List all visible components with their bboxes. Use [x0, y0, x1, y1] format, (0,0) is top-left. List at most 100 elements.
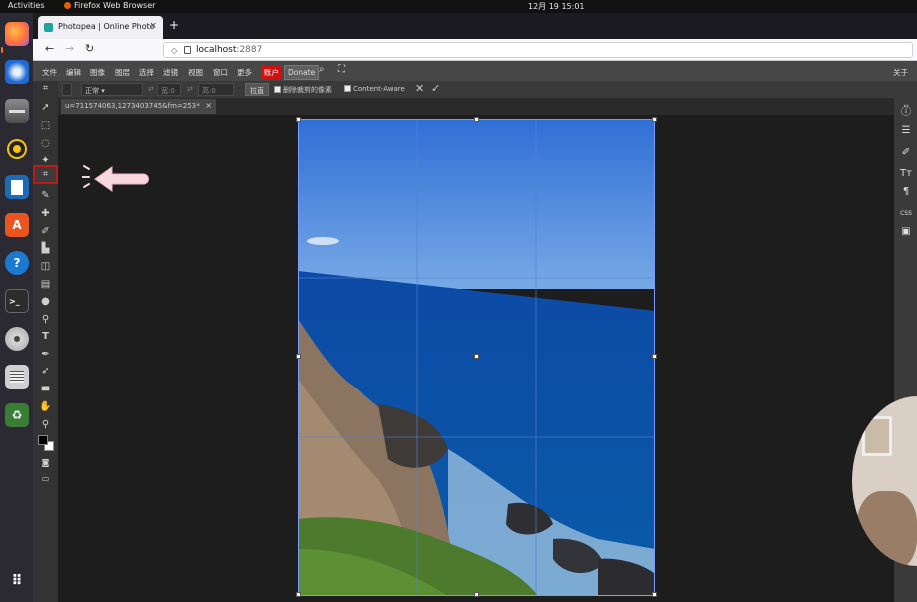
- browser-tab[interactable]: Photopea | Online Photo ×: [38, 16, 163, 39]
- eraser-tool-icon[interactable]: ◫: [37, 259, 54, 275]
- fullscreen-icon[interactable]: ⛶: [338, 64, 345, 75]
- picture-frame: [862, 416, 892, 456]
- brush-settings-icon[interactable]: ✐: [897, 145, 915, 161]
- menu-image[interactable]: 图像: [90, 67, 105, 78]
- files-icon[interactable]: [5, 99, 29, 123]
- notes-icon[interactable]: [5, 365, 29, 389]
- software-icon[interactable]: A: [5, 213, 29, 237]
- crop-handle-center[interactable]: [474, 354, 479, 359]
- menu-about[interactable]: 关于: [893, 67, 908, 78]
- back-arrow-icon[interactable]: ←: [45, 42, 54, 55]
- document-tab[interactable]: u=711574063,1273403745&fm=253 * ×: [61, 99, 216, 114]
- menu-more[interactable]: 更多: [237, 67, 252, 78]
- thunderbird-icon[interactable]: [5, 60, 29, 84]
- trash-icon[interactable]: ♻: [5, 403, 29, 427]
- active-app-menu[interactable]: Firefox Web Browser: [64, 1, 155, 10]
- css-panel-button[interactable]: CSS: [897, 206, 915, 222]
- menu-filter[interactable]: 滤镜: [163, 67, 178, 78]
- forward-arrow-icon[interactable]: →: [65, 42, 74, 55]
- crop-handle-bottom[interactable]: [474, 592, 479, 597]
- height-field[interactable]: 高:0: [198, 83, 234, 96]
- path-select-tool-icon[interactable]: ➶: [37, 364, 54, 380]
- blur-tool-icon[interactable]: ●: [37, 294, 54, 310]
- healing-brush-tool-icon[interactable]: ✚: [37, 206, 54, 222]
- crop-handle-left[interactable]: [296, 354, 301, 359]
- document-close-icon[interactable]: ×: [205, 101, 212, 110]
- menu-edit[interactable]: 编辑: [66, 67, 81, 78]
- url-bar[interactable]: ◇ localhost:2887: [163, 42, 913, 58]
- menu-window[interactable]: 窗口: [213, 67, 228, 78]
- checkbox-box[interactable]: [274, 86, 281, 93]
- delete-cropped-checkbox[interactable]: 删除裁剪的像素: [274, 85, 332, 95]
- activities-button[interactable]: Activities: [8, 1, 45, 10]
- straighten-button[interactable]: 拉直: [245, 83, 269, 96]
- checkbox-box[interactable]: [344, 85, 351, 92]
- firefox-icon[interactable]: [5, 22, 29, 46]
- content-aware-label: Content-Aware: [353, 85, 405, 93]
- cancel-crop-icon[interactable]: ✕: [415, 82, 424, 95]
- donate-button[interactable]: Donate: [284, 65, 320, 80]
- crop-handle-bottom-left[interactable]: [296, 592, 301, 597]
- search-icon[interactable]: ⌕: [319, 64, 325, 75]
- crop-handle-right[interactable]: [652, 354, 657, 359]
- move-tool-icon[interactable]: ➚: [37, 100, 54, 116]
- pen-tool-icon[interactable]: ✒: [37, 347, 54, 363]
- type-tool-icon[interactable]: T: [37, 329, 54, 345]
- crop-handle-top-left[interactable]: [296, 117, 301, 122]
- account-button[interactable]: 账户: [261, 65, 282, 80]
- preset-dropdown[interactable]: [62, 83, 72, 96]
- pointing-arrow-icon: [82, 165, 149, 192]
- crop-tool-icon[interactable]: ⌗: [33, 165, 58, 184]
- content-aware-checkbox[interactable]: Content-Aware: [344, 85, 405, 93]
- screen-mode-icon[interactable]: ▭: [37, 471, 54, 487]
- marquee-tool-icon[interactable]: ⬚: [37, 118, 54, 134]
- apps-grid-icon[interactable]: ⠿: [5, 569, 29, 593]
- tab-close-icon[interactable]: ×: [149, 21, 157, 31]
- terminal-icon[interactable]: >_: [5, 289, 29, 313]
- commit-crop-icon[interactable]: ✓: [431, 82, 440, 95]
- width-field[interactable]: 宽:0: [157, 83, 181, 96]
- menu-view[interactable]: 视图: [188, 67, 203, 78]
- swap-dimensions-icon[interactable]: ⇄: [187, 85, 193, 93]
- brush-tool-icon[interactable]: ✐: [37, 224, 54, 240]
- rhythmbox-icon[interactable]: [5, 137, 29, 161]
- shape-tool-icon[interactable]: ▬: [37, 381, 54, 397]
- reload-icon[interactable]: ↻: [85, 42, 94, 55]
- dodge-tool-icon[interactable]: ⚲: [37, 312, 54, 328]
- ratio-mode-select[interactable]: 正常 ▾: [81, 83, 143, 96]
- image-panel-icon[interactable]: ▣: [897, 224, 915, 240]
- system-top-bar: Activities Firefox Web Browser 12月 19 15…: [0, 0, 917, 13]
- stamp-tool-icon[interactable]: ▙: [37, 241, 54, 257]
- paragraph-icon[interactable]: ¶: [897, 184, 915, 200]
- disc-icon[interactable]: [5, 327, 29, 351]
- width-label: 宽:: [161, 87, 171, 95]
- browser-tab-bar: Photopea | Online Photo × +: [33, 13, 917, 39]
- url-port: :2887: [236, 45, 263, 55]
- menu-layer[interactable]: 图层: [115, 67, 130, 78]
- new-tab-button[interactable]: +: [169, 18, 179, 32]
- zoom-tool-icon[interactable]: ⚲: [37, 417, 54, 433]
- crop-handle-bottom-right[interactable]: [652, 592, 657, 597]
- menu-file[interactable]: 文件: [42, 67, 57, 78]
- crop-handle-top[interactable]: [474, 117, 479, 122]
- properties-icon[interactable]: ☰: [897, 123, 915, 139]
- writer-icon[interactable]: [5, 175, 29, 199]
- tool-options-bar: ⌗ 正常 ▾ ⇄ 宽:0 ⇄ 高:0 拉直 删除裁剪的像素 Content-Aw…: [33, 81, 917, 98]
- clock[interactable]: 12月 19 15:01: [528, 1, 585, 12]
- menu-select[interactable]: 选择: [139, 67, 154, 78]
- quick-mask-icon[interactable]: ◙: [37, 455, 54, 471]
- gradient-tool-icon[interactable]: ▤: [37, 277, 54, 293]
- lasso-tool-icon[interactable]: ◌: [37, 136, 54, 152]
- info-icon[interactable]: ⓘ: [897, 105, 915, 121]
- webcam-overlay: [852, 396, 917, 566]
- help-icon[interactable]: ?: [5, 251, 29, 275]
- character-icon[interactable]: Tт: [897, 166, 915, 182]
- swap-icon[interactable]: ⇄: [148, 85, 154, 93]
- crop-tool-header-icon[interactable]: ⌗: [37, 81, 54, 97]
- hand-tool-icon[interactable]: ✋: [37, 399, 54, 415]
- eyedropper-tool-icon[interactable]: ✎: [37, 188, 54, 204]
- foreground-color-swatch[interactable]: [38, 435, 48, 445]
- crop-handle-top-right[interactable]: [652, 117, 657, 122]
- page-info-icon[interactable]: [184, 46, 191, 54]
- document-tab-bar: u=711574063,1273403745&fm=253 * ×: [58, 98, 894, 115]
